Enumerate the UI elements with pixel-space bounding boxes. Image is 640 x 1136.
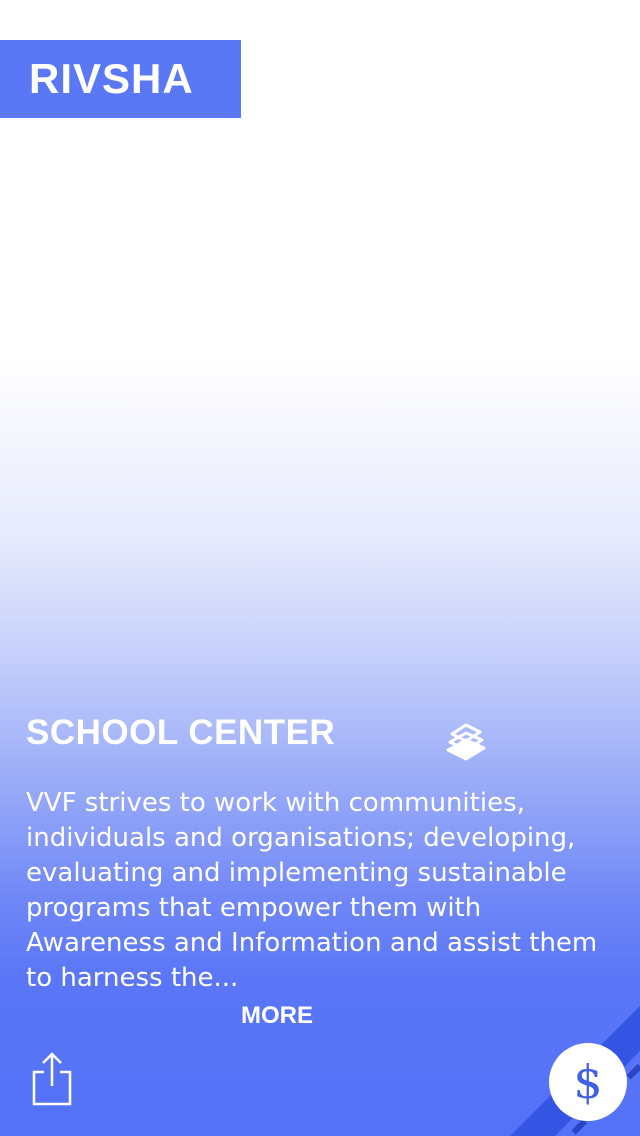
- more-link[interactable]: MORE: [241, 1002, 313, 1030]
- logo-badge: RIVSHA: [0, 40, 241, 118]
- share-icon[interactable]: [30, 1050, 74, 1108]
- dollar-icon: $: [573, 1055, 603, 1109]
- logo-text: RIVSHA: [29, 55, 194, 102]
- card-description: VVF strives to work with communities, in…: [26, 788, 598, 993]
- card-title: SCHOOL CENTER: [26, 713, 336, 752]
- books-icon: [446, 723, 486, 761]
- donate-button[interactable]: $: [549, 1043, 627, 1121]
